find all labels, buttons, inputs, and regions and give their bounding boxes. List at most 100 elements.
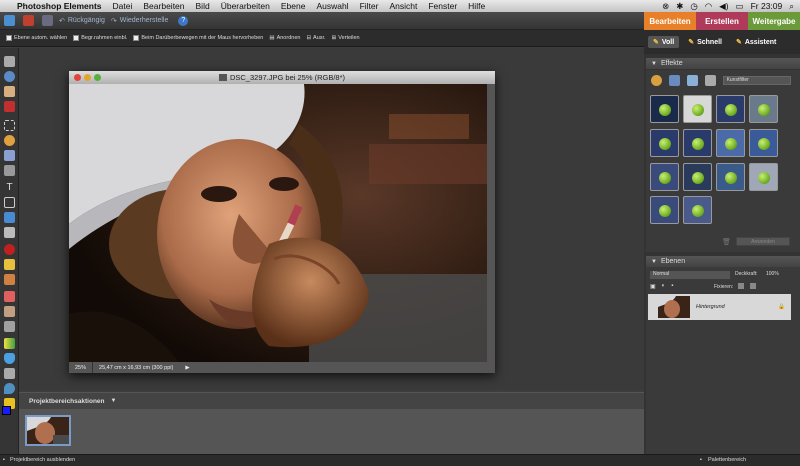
lasso-tool-icon[interactable]	[4, 135, 15, 146]
blend-mode-select[interactable]: Normal	[650, 271, 730, 279]
organizer-icon[interactable]	[4, 15, 15, 26]
redo-button[interactable]: ↷ Wiederherstelle	[111, 17, 169, 25]
battery-icon[interactable]: ▭	[736, 1, 744, 12]
menu-datei[interactable]: Datei	[107, 1, 138, 11]
delete-layer-icon[interactable]: ▪	[671, 283, 673, 292]
minimize-icon[interactable]	[84, 74, 91, 81]
mode-quick-button[interactable]: ✎ Schnell	[683, 36, 727, 48]
menu-hilfe[interactable]: Hilfe	[463, 1, 491, 11]
sponge-tool-icon[interactable]	[4, 383, 15, 394]
hide-project-bin-button[interactable]: Projektbereich ausblenden	[10, 457, 75, 463]
mode-guided-button[interactable]: ✎ Assistent	[731, 36, 781, 48]
zoom-level[interactable]: 25%	[69, 362, 94, 373]
menu-fenster[interactable]: Fenster	[423, 1, 463, 11]
app-menu[interactable]: Photoshop Elements	[13, 1, 107, 11]
spot-healing-tool-icon[interactable]	[4, 259, 15, 270]
mode-full-button[interactable]: ✎ Voll	[648, 36, 680, 48]
crop-tool-icon[interactable]	[4, 197, 15, 208]
effect-thumbnail[interactable]	[716, 129, 745, 157]
clock[interactable]: Fr 23:09	[751, 1, 783, 11]
effect-thumbnail[interactable]	[650, 163, 679, 191]
close-icon[interactable]	[74, 74, 81, 81]
trash-icon[interactable]: 🗑	[722, 238, 731, 246]
project-bin-title[interactable]: Projektbereichsaktionen	[29, 398, 105, 405]
foreground-color-swatch[interactable]	[2, 406, 11, 415]
type-tool-icon[interactable]: T	[4, 182, 15, 193]
collapse-icon[interactable]: ▼	[651, 259, 657, 265]
eyedropper-tool-icon[interactable]	[4, 101, 15, 112]
magic-wand-tool-icon[interactable]	[4, 150, 15, 161]
undo-button[interactable]: ↶ Rückgängig	[59, 17, 105, 25]
opacity-value[interactable]: 100%	[766, 271, 779, 277]
effect-thumbnail[interactable]	[749, 129, 778, 157]
layer-row[interactable]: Hintergrund 🔒	[648, 294, 791, 320]
shape-tool-icon[interactable]	[4, 353, 15, 364]
effect-thumbnail[interactable]	[683, 129, 712, 157]
filter-category-select[interactable]: Kunstfilter	[722, 75, 791, 85]
hand-tool-icon[interactable]	[4, 86, 15, 97]
adjustment-layer-icon[interactable]: ◐	[662, 283, 666, 292]
volume-icon[interactable]: ◀)	[719, 1, 728, 12]
effect-thumbnail[interactable]	[650, 196, 679, 224]
save-icon[interactable]	[42, 15, 53, 26]
photo-canvas[interactable]	[69, 84, 487, 362]
arrange-button[interactable]: ▤ Anordnen	[269, 35, 300, 41]
wifi-icon[interactable]: ◠	[705, 1, 712, 12]
palette-bin-toggle-icon[interactable]: ▪	[700, 457, 702, 463]
brush-tool-icon[interactable]	[4, 306, 15, 317]
menu-ansicht[interactable]: Ansicht	[384, 1, 423, 11]
menu-ueberarbeiten[interactable]: Überarbeiten	[215, 1, 275, 11]
photo-effects-icon[interactable]	[686, 74, 698, 86]
sync-icon[interactable]: ⊗	[662, 1, 669, 12]
menu-filter[interactable]: Filter	[354, 1, 384, 11]
lock-transparency-icon[interactable]	[738, 283, 744, 289]
time-machine-icon[interactable]: ◷	[690, 1, 697, 12]
menu-bild[interactable]: Bild	[190, 1, 215, 11]
palette-bin-button[interactable]: Palettenbereich	[708, 457, 746, 463]
bounding-box-checkbox[interactable]: Begr.rahmen einbl.	[73, 35, 127, 41]
effect-thumbnail[interactable]	[716, 95, 745, 123]
menu-ebene[interactable]: Ebene	[275, 1, 311, 11]
status-arrow-icon[interactable]: ▶	[179, 362, 195, 373]
lock-all-icon[interactable]	[750, 283, 756, 289]
project-bin-toggle-icon[interactable]: ▪	[3, 457, 5, 463]
align-button[interactable]: ⊟ Ausr.	[306, 35, 325, 41]
gradient-tool-icon[interactable]	[4, 338, 15, 349]
help-button[interactable]: ?	[178, 15, 189, 26]
effect-thumbnail[interactable]	[683, 95, 712, 123]
smart-brush-tool-icon[interactable]	[4, 321, 15, 332]
filters-icon[interactable]	[651, 74, 662, 86]
effect-thumbnail[interactable]	[683, 163, 712, 191]
effect-thumbnail[interactable]	[683, 196, 712, 224]
effect-thumbnail[interactable]	[749, 163, 778, 191]
vertical-scrollbar[interactable]	[487, 84, 495, 362]
move-tool-icon[interactable]	[4, 56, 15, 67]
marquee-tool-icon[interactable]	[4, 120, 15, 131]
project-thumbnail[interactable]	[25, 415, 71, 446]
effect-thumbnail[interactable]	[650, 129, 679, 157]
eraser-tool-icon[interactable]	[4, 291, 15, 302]
apply-effect-button[interactable]: Anwenden	[736, 237, 790, 246]
all-effects-icon[interactable]	[704, 74, 716, 86]
effects-panel-header[interactable]: ▼ Effekte	[646, 58, 800, 69]
blur-tool-icon[interactable]	[4, 368, 15, 379]
layer-styles-icon[interactable]	[668, 74, 680, 86]
clone-stamp-tool-icon[interactable]	[4, 274, 15, 285]
hover-highlight-checkbox[interactable]: Beim Darüberbewegen mit der Maus hervorh…	[133, 35, 263, 41]
bluetooth-icon[interactable]: ✱	[676, 1, 683, 12]
document-titlebar[interactable]: DSC_3297.JPG bei 25% (RGB/8*)	[69, 71, 495, 84]
tab-weitergabe[interactable]: Weitergabe	[748, 12, 800, 30]
tab-erstellen[interactable]: Erstellen	[696, 12, 748, 30]
zoom-icon[interactable]	[94, 74, 101, 81]
straighten-tool-icon[interactable]	[4, 227, 15, 238]
spotlight-icon[interactable]: ⌕	[789, 1, 794, 12]
new-layer-icon[interactable]: ▣	[650, 283, 656, 292]
collapse-icon[interactable]: ▼	[651, 61, 657, 67]
distribute-button[interactable]: ⊞ Verteilen	[332, 35, 360, 41]
menu-bearbeiten[interactable]: Bearbeiten	[138, 1, 190, 11]
cookie-cutter-tool-icon[interactable]	[4, 212, 15, 223]
quick-selection-tool-icon[interactable]	[4, 165, 15, 176]
effect-thumbnail[interactable]	[716, 163, 745, 191]
effect-thumbnail[interactable]	[749, 95, 778, 123]
red-eye-tool-icon[interactable]	[4, 244, 15, 255]
